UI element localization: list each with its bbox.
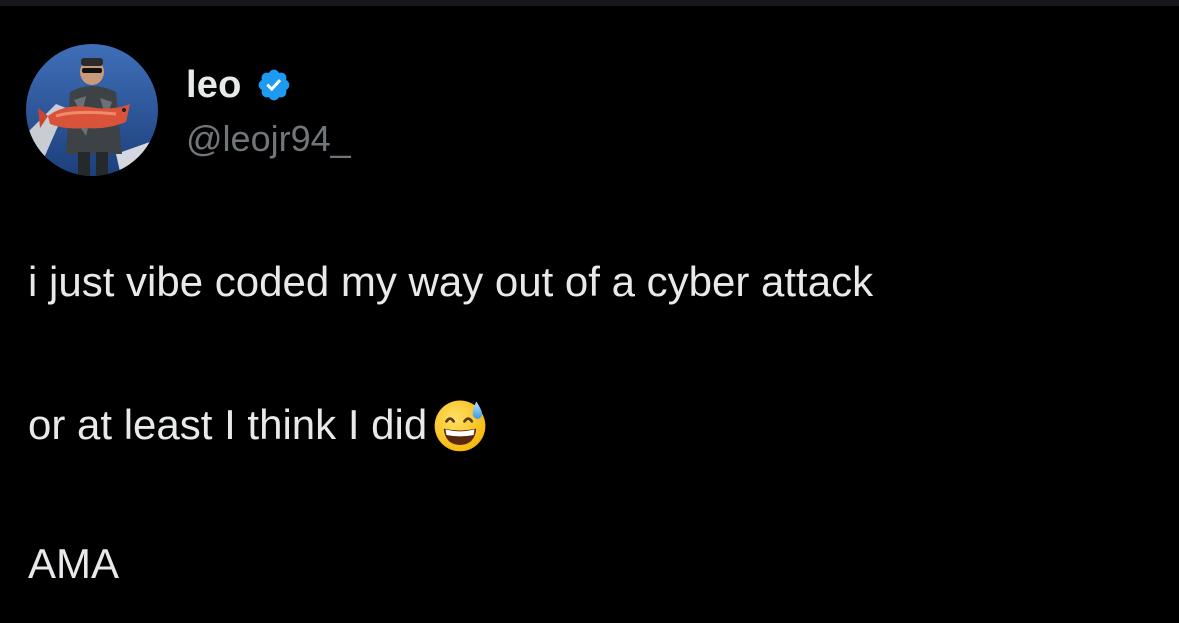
user-handle[interactable]: @leojr94_ xyxy=(186,118,351,160)
tweet-text-line-2: or at least I think I did xyxy=(28,401,428,448)
tweet-card[interactable]: leo @leojr94_ i just vibe coded my way o… xyxy=(0,0,1179,623)
verified-badge-icon xyxy=(256,67,292,103)
grinning-face-with-sweat-icon xyxy=(431,396,489,454)
avatar[interactable] xyxy=(26,44,158,176)
author-identity[interactable]: leo @leojr94_ xyxy=(186,60,351,160)
display-name[interactable]: leo xyxy=(186,64,242,107)
tweet-text-line-3: AMA xyxy=(28,540,120,587)
name-row: leo xyxy=(186,60,351,110)
tweet-text-line-2-row: or at least I think I did xyxy=(28,396,489,454)
tweet-text-line-1: i just vibe coded my way out of a cyber … xyxy=(28,258,874,305)
avatar-photo-icon xyxy=(26,44,158,176)
